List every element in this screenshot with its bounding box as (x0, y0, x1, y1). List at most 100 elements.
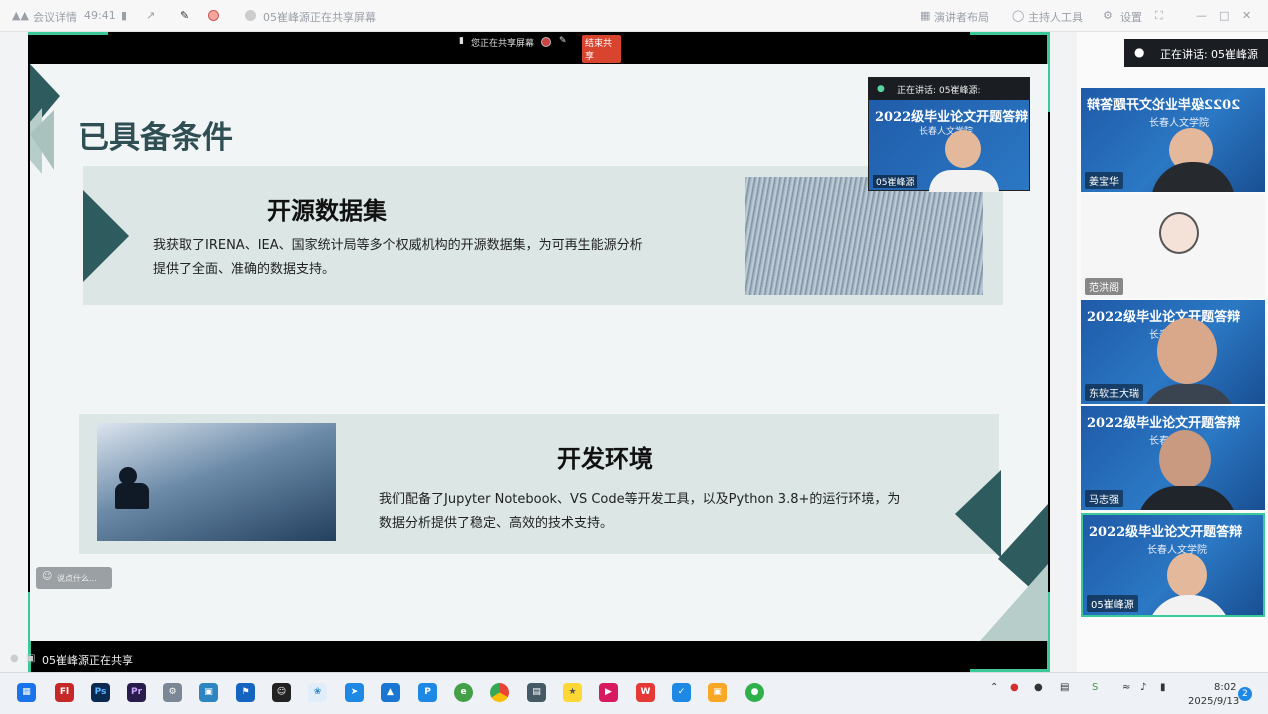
participant-tile[interactable]: 范洪阁 (1081, 194, 1265, 298)
sharing-notice: 05崔峰源正在共享屏幕 (263, 11, 376, 24)
windows-taskbar (0, 672, 1268, 714)
restore-icon[interactable]: □ (1219, 9, 1229, 22)
chrome-icon[interactable] (490, 683, 509, 702)
participant-body (1137, 486, 1237, 510)
tile-banner: 2022级毕业论文开题答辩 (1087, 98, 1241, 113)
overlay-banner: 2022级毕业论文开题答辩 (875, 110, 1029, 125)
share-border-corner (970, 32, 1050, 35)
participant-name-tag: 马志强 (1085, 490, 1123, 507)
participant-body (1141, 384, 1237, 404)
clock-time[interactable]: 8:02 (1214, 682, 1236, 693)
premiere-app-icon[interactable]: Pr (127, 683, 146, 702)
volume-icon[interactable]: ♪ (1140, 682, 1146, 693)
microphone-icon[interactable]: ● (1034, 682, 1043, 693)
app-icon[interactable]: P (418, 683, 437, 702)
solar-roof-image (745, 177, 983, 295)
browser-icon[interactable]: e (454, 683, 473, 702)
participant-tile[interactable]: 2022级毕业论文开题答辩 长春人 马志强 (1081, 406, 1265, 510)
tile-sub: 长春人文学院 (1149, 118, 1209, 129)
chat-input[interactable]: ☺ 说点什么... (36, 567, 112, 589)
shield-icon: ◯ (1012, 9, 1025, 22)
notification-badge[interactable]: 2 (1238, 687, 1252, 701)
app-icon[interactable]: ▤ (527, 683, 546, 702)
participant-face (1167, 553, 1207, 597)
participant-face (1157, 318, 1217, 384)
file-explorer-icon[interactable]: ▣ (708, 683, 727, 702)
flash-app-icon[interactable]: Fl (55, 683, 74, 702)
signal-icon: ▮ (459, 36, 464, 46)
app-icon[interactable]: ➤ (345, 683, 364, 702)
chevron-up-icon[interactable]: ⌃ (990, 682, 998, 693)
app-icon[interactable]: ⚙ (163, 683, 182, 702)
tray-app-icon[interactable]: S (1092, 682, 1098, 693)
end-share-button[interactable]: 结束共享 (582, 35, 621, 63)
speaking-label: 正在讲话: (1160, 48, 1208, 61)
meeting-app-icon[interactable]: ▲ (381, 683, 400, 702)
overlay-speaker-video[interactable]: ● 正在讲话: 05崔峰源: 2022级毕业论文开题答辩 长春人文学院 05崔峰… (868, 77, 1030, 192)
tile-banner: 2022级毕业论文开题答辩 (1087, 310, 1241, 325)
popout-icon[interactable]: ↗ (146, 9, 155, 22)
clock-date[interactable]: 2025/9/13 (1188, 696, 1239, 707)
app-icon[interactable]: ⚑ (236, 683, 255, 702)
meeting-detail-button[interactable]: 会议详情 (33, 9, 77, 25)
photoshop-app-icon[interactable]: Ps (91, 683, 110, 702)
mic-icon: ● (877, 84, 885, 94)
participant-tile[interactable]: 2022级毕业论文开题答辩 长春人 东软王大瑞 (1081, 300, 1265, 404)
participant-tile-active[interactable]: 2022级毕业论文开题答辩 长春人文学院 05崔峰源 (1081, 513, 1265, 617)
app-icon[interactable]: ▣ (199, 683, 218, 702)
screen-share-icon: ▣ (26, 653, 36, 664)
dataset-card-text-line1: 我获取了IRENA、IEA、国家统计局等多个权威机构的开源数据集，为可再生能源分… (153, 238, 643, 253)
participant-name-tag: 范洪阁 (1085, 278, 1123, 295)
worker-silhouette (115, 483, 149, 509)
participant-tile[interactable]: 2022级毕业论文开题答辩 长春人文学院 姜宝华 (1081, 88, 1265, 192)
app-icon[interactable]: ★ (563, 683, 582, 702)
annotate-icon[interactable]: ✎ (559, 36, 567, 46)
wechat-app-icon[interactable]: ● (745, 683, 764, 702)
host-tools-button[interactable]: 主持人工具 (1028, 9, 1083, 25)
tray-app-icon[interactable]: ▤ (1060, 682, 1069, 693)
app-icon[interactable]: ✓ (672, 683, 691, 702)
devenv-card-text-line1: 我们配备了Jupyter Notebook、VS Code等开发工具，以及Pyt… (379, 492, 901, 507)
wifi-icon[interactable]: ≈ (1122, 682, 1130, 693)
meeting-logo-icon: ▲▲ (12, 9, 29, 22)
record-icon[interactable] (208, 10, 219, 21)
meeting-timer: 49:41 (84, 9, 116, 22)
tile-banner: 2022级毕业论文开题答辩 (1089, 525, 1243, 540)
participant-face (1159, 430, 1211, 488)
settings-button[interactable]: 设置 (1120, 9, 1142, 25)
share-status-icon (245, 10, 256, 21)
minimize-icon[interactable]: — (1196, 9, 1207, 22)
record-icon[interactable] (541, 37, 551, 47)
close-icon[interactable]: ✕ (1242, 9, 1251, 22)
signal-icon: ▮ (121, 9, 128, 22)
start-button-icon[interactable]: ▦ (17, 683, 36, 702)
qq-app-icon[interactable]: ☺ (272, 683, 291, 702)
battery-icon[interactable]: ▮ (1160, 682, 1166, 693)
sharing-status: ● ▣ 05崔峰源正在共享 (4, 650, 144, 668)
app-icon[interactable]: ▶ (599, 683, 618, 702)
app-icon[interactable]: ❀ (308, 683, 327, 702)
meeting-topbar: ▲▲ 会议详情 49:41 ▮ ↗ ✎ 05崔峰源正在共享屏幕 ▦ 演讲者布局 … (0, 0, 1268, 32)
gear-icon[interactable]: ⚙ (1103, 9, 1113, 22)
tray-app-icon[interactable]: ● (1010, 682, 1019, 693)
slide-title: 已具备条件 (78, 120, 233, 156)
dataset-card-text-line2: 提供了全面、准确的数据支持。 (153, 262, 336, 277)
speaker-face (945, 130, 981, 168)
speaking-indicator: ● 正在讲话: 05崔峰源 (1124, 39, 1268, 67)
presenter-layout-button[interactable]: 演讲者布局 (934, 9, 989, 25)
annotate-icon[interactable]: ✎ (180, 9, 189, 22)
participant-body (1147, 595, 1231, 615)
card-arrow-icon (955, 470, 1001, 558)
mic-icon: ● (10, 653, 19, 664)
layout-icon[interactable]: ▦ (920, 9, 930, 22)
smile-icon: ☺ (42, 571, 53, 582)
wps-app-icon[interactable]: W (636, 683, 655, 702)
solar-panel-worker-image (97, 423, 336, 541)
sharing-status-text: 05崔峰源正在共享 (42, 654, 133, 667)
fullscreen-icon[interactable]: ⛶ (1155, 9, 1163, 23)
speaking-name: 05崔峰源 (1211, 48, 1258, 61)
participant-name-tag: 05崔峰源 (1087, 595, 1138, 612)
overlay-speaking-label: 正在讲话: (897, 86, 937, 96)
participant-body (1151, 162, 1235, 192)
overlay-speaking-name: 05崔峰源: (939, 86, 981, 96)
